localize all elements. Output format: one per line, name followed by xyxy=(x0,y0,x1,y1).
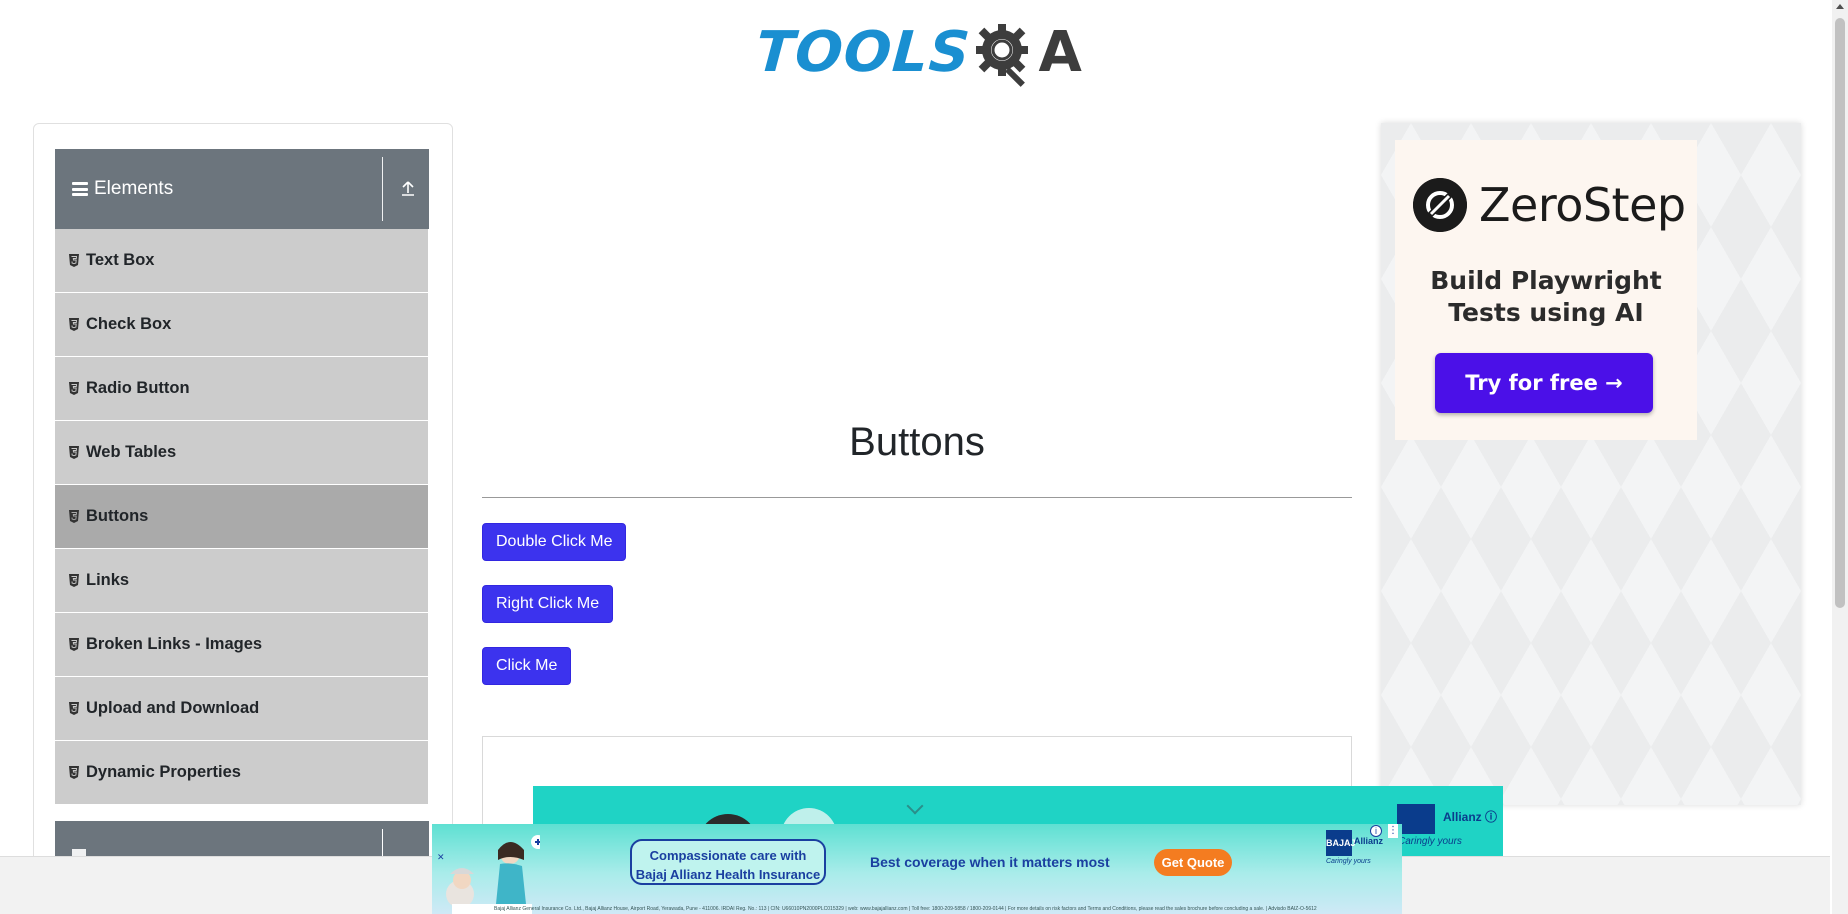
html5-icon xyxy=(69,702,79,715)
sidebar-item-label: Text Box xyxy=(86,251,155,269)
sidebar-item-label: Web Tables xyxy=(86,443,177,461)
pill-line1: Compassionate care with xyxy=(649,848,807,863)
brand-tagline: Caringly yours xyxy=(1326,858,1371,865)
brand-tagline: Caringly yours xyxy=(1398,836,1462,847)
top-ad-slot xyxy=(482,125,1352,375)
html5-icon xyxy=(69,638,79,651)
bottom-ad-front[interactable]: Compassionate care with Bajaj Allianz He… xyxy=(432,824,1402,914)
sidebar-item-links[interactable]: Links xyxy=(55,549,429,613)
ad-fine-print: Bajaj Allianz General Insurance Co. Ltd.… xyxy=(494,906,1317,912)
ad-headline-line2: Tests using AI xyxy=(1448,298,1644,327)
sidebar-item-dynamic-properties[interactable]: Dynamic Properties xyxy=(55,741,429,805)
header-divider xyxy=(382,157,383,221)
html5-icon xyxy=(69,318,79,331)
html5-icon xyxy=(69,254,79,267)
sidebar-item-broken-links[interactable]: Broken Links - Images xyxy=(55,613,429,677)
sidebar-item-label: Check Box xyxy=(86,315,172,333)
html5-icon xyxy=(69,766,79,779)
page-title: Buttons xyxy=(849,420,985,464)
sidebar-item-label: Dynamic Properties xyxy=(86,763,241,781)
sidebar-item-label: Buttons xyxy=(86,507,149,525)
right-click-button[interactable]: Right Click Me xyxy=(482,585,614,623)
sidebar-menu: Text Box Check Box Radio Button Web Tabl… xyxy=(55,229,429,805)
pill-line2: Bajaj Allianz Health Insurance xyxy=(635,867,821,882)
bajaj-logo-icon xyxy=(1397,804,1435,834)
group-title: Elements xyxy=(94,178,174,199)
sidebar-item-radio-button[interactable]: Radio Button xyxy=(55,357,429,421)
sidebar-item-label: Upload and Download xyxy=(86,699,260,717)
double-click-button[interactable]: Double Click Me xyxy=(482,523,627,561)
logo-suffix: A xyxy=(1038,19,1082,85)
ad-info-icon[interactable]: i xyxy=(1370,825,1382,837)
bajaj-logo-icon: BAJAJ xyxy=(1326,830,1356,856)
sidebar-item-label: Radio Button xyxy=(86,379,190,397)
click-me-button[interactable]: Click Me xyxy=(482,647,572,685)
ad-headline-line1: Build Playwright xyxy=(1430,266,1662,295)
html5-icon xyxy=(69,382,79,395)
group-header-elements[interactable]: Elements xyxy=(55,149,429,229)
hamburger-icon xyxy=(72,182,88,196)
sidebar-item-label: Links xyxy=(86,571,130,589)
sidebar-item-text-box[interactable]: Text Box xyxy=(55,229,429,293)
page-scrollbar[interactable] xyxy=(1832,0,1848,914)
zerostep-ad-card[interactable]: ZeroStep Build Playwright Tests using AI… xyxy=(1395,140,1697,440)
scrollbar-thumb[interactable] xyxy=(1835,18,1845,608)
ad-menu-icon[interactable]: ⋮ xyxy=(1388,824,1398,838)
sidebar-item-check-box[interactable]: Check Box xyxy=(55,293,429,357)
collapse-up-icon[interactable] xyxy=(400,179,416,197)
ad-close-icon[interactable]: ✕ xyxy=(437,852,447,862)
left-panel: Elements Text Box Check Box Radio Button… xyxy=(33,123,453,914)
allianz-logo-text: Allianz ⓘ xyxy=(1443,810,1498,824)
nurse-illustration xyxy=(446,835,540,914)
gear-magnifier-icon xyxy=(976,24,1029,87)
sidebar-item-buttons[interactable]: Buttons xyxy=(55,485,429,549)
brand-name: ZeroStep xyxy=(1479,178,1686,232)
get-quote-button[interactable]: Get Quote xyxy=(1154,849,1232,876)
brand-row: ZeroStep xyxy=(1413,178,1686,232)
ad-headline: Build Playwright Tests using AI xyxy=(1395,265,1697,329)
sidebar-item-label: Broken Links - Images xyxy=(86,635,263,653)
allianz-logo-text: Allianz xyxy=(1354,836,1384,846)
html5-icon xyxy=(69,574,79,587)
chevron-down-icon[interactable] xyxy=(906,797,924,815)
zerostep-logo-icon xyxy=(1413,178,1467,232)
html5-icon xyxy=(69,510,79,523)
toolsqa-logo[interactable]: TOOLS A xyxy=(753,14,1082,90)
page: TOOLS A Elements Text Box Check Box Radi… xyxy=(0,0,1848,914)
html5-icon xyxy=(69,446,79,459)
ad-tagline: Best coverage when it matters most xyxy=(870,854,1110,870)
sidebar-item-web-tables[interactable]: Web Tables xyxy=(55,421,429,485)
logo-text: TOOLS xyxy=(753,19,973,85)
scroll-up-arrow-icon[interactable] xyxy=(1836,4,1844,9)
right-ad[interactable]: ZeroStep Build Playwright Tests using AI… xyxy=(1381,123,1801,805)
sidebar-item-upload-download[interactable]: Upload and Download xyxy=(55,677,429,741)
ad-pill-text: Compassionate care with Bajaj Allianz He… xyxy=(630,839,826,885)
title-divider xyxy=(482,497,1352,498)
try-free-button[interactable]: Try for free → xyxy=(1435,353,1653,413)
